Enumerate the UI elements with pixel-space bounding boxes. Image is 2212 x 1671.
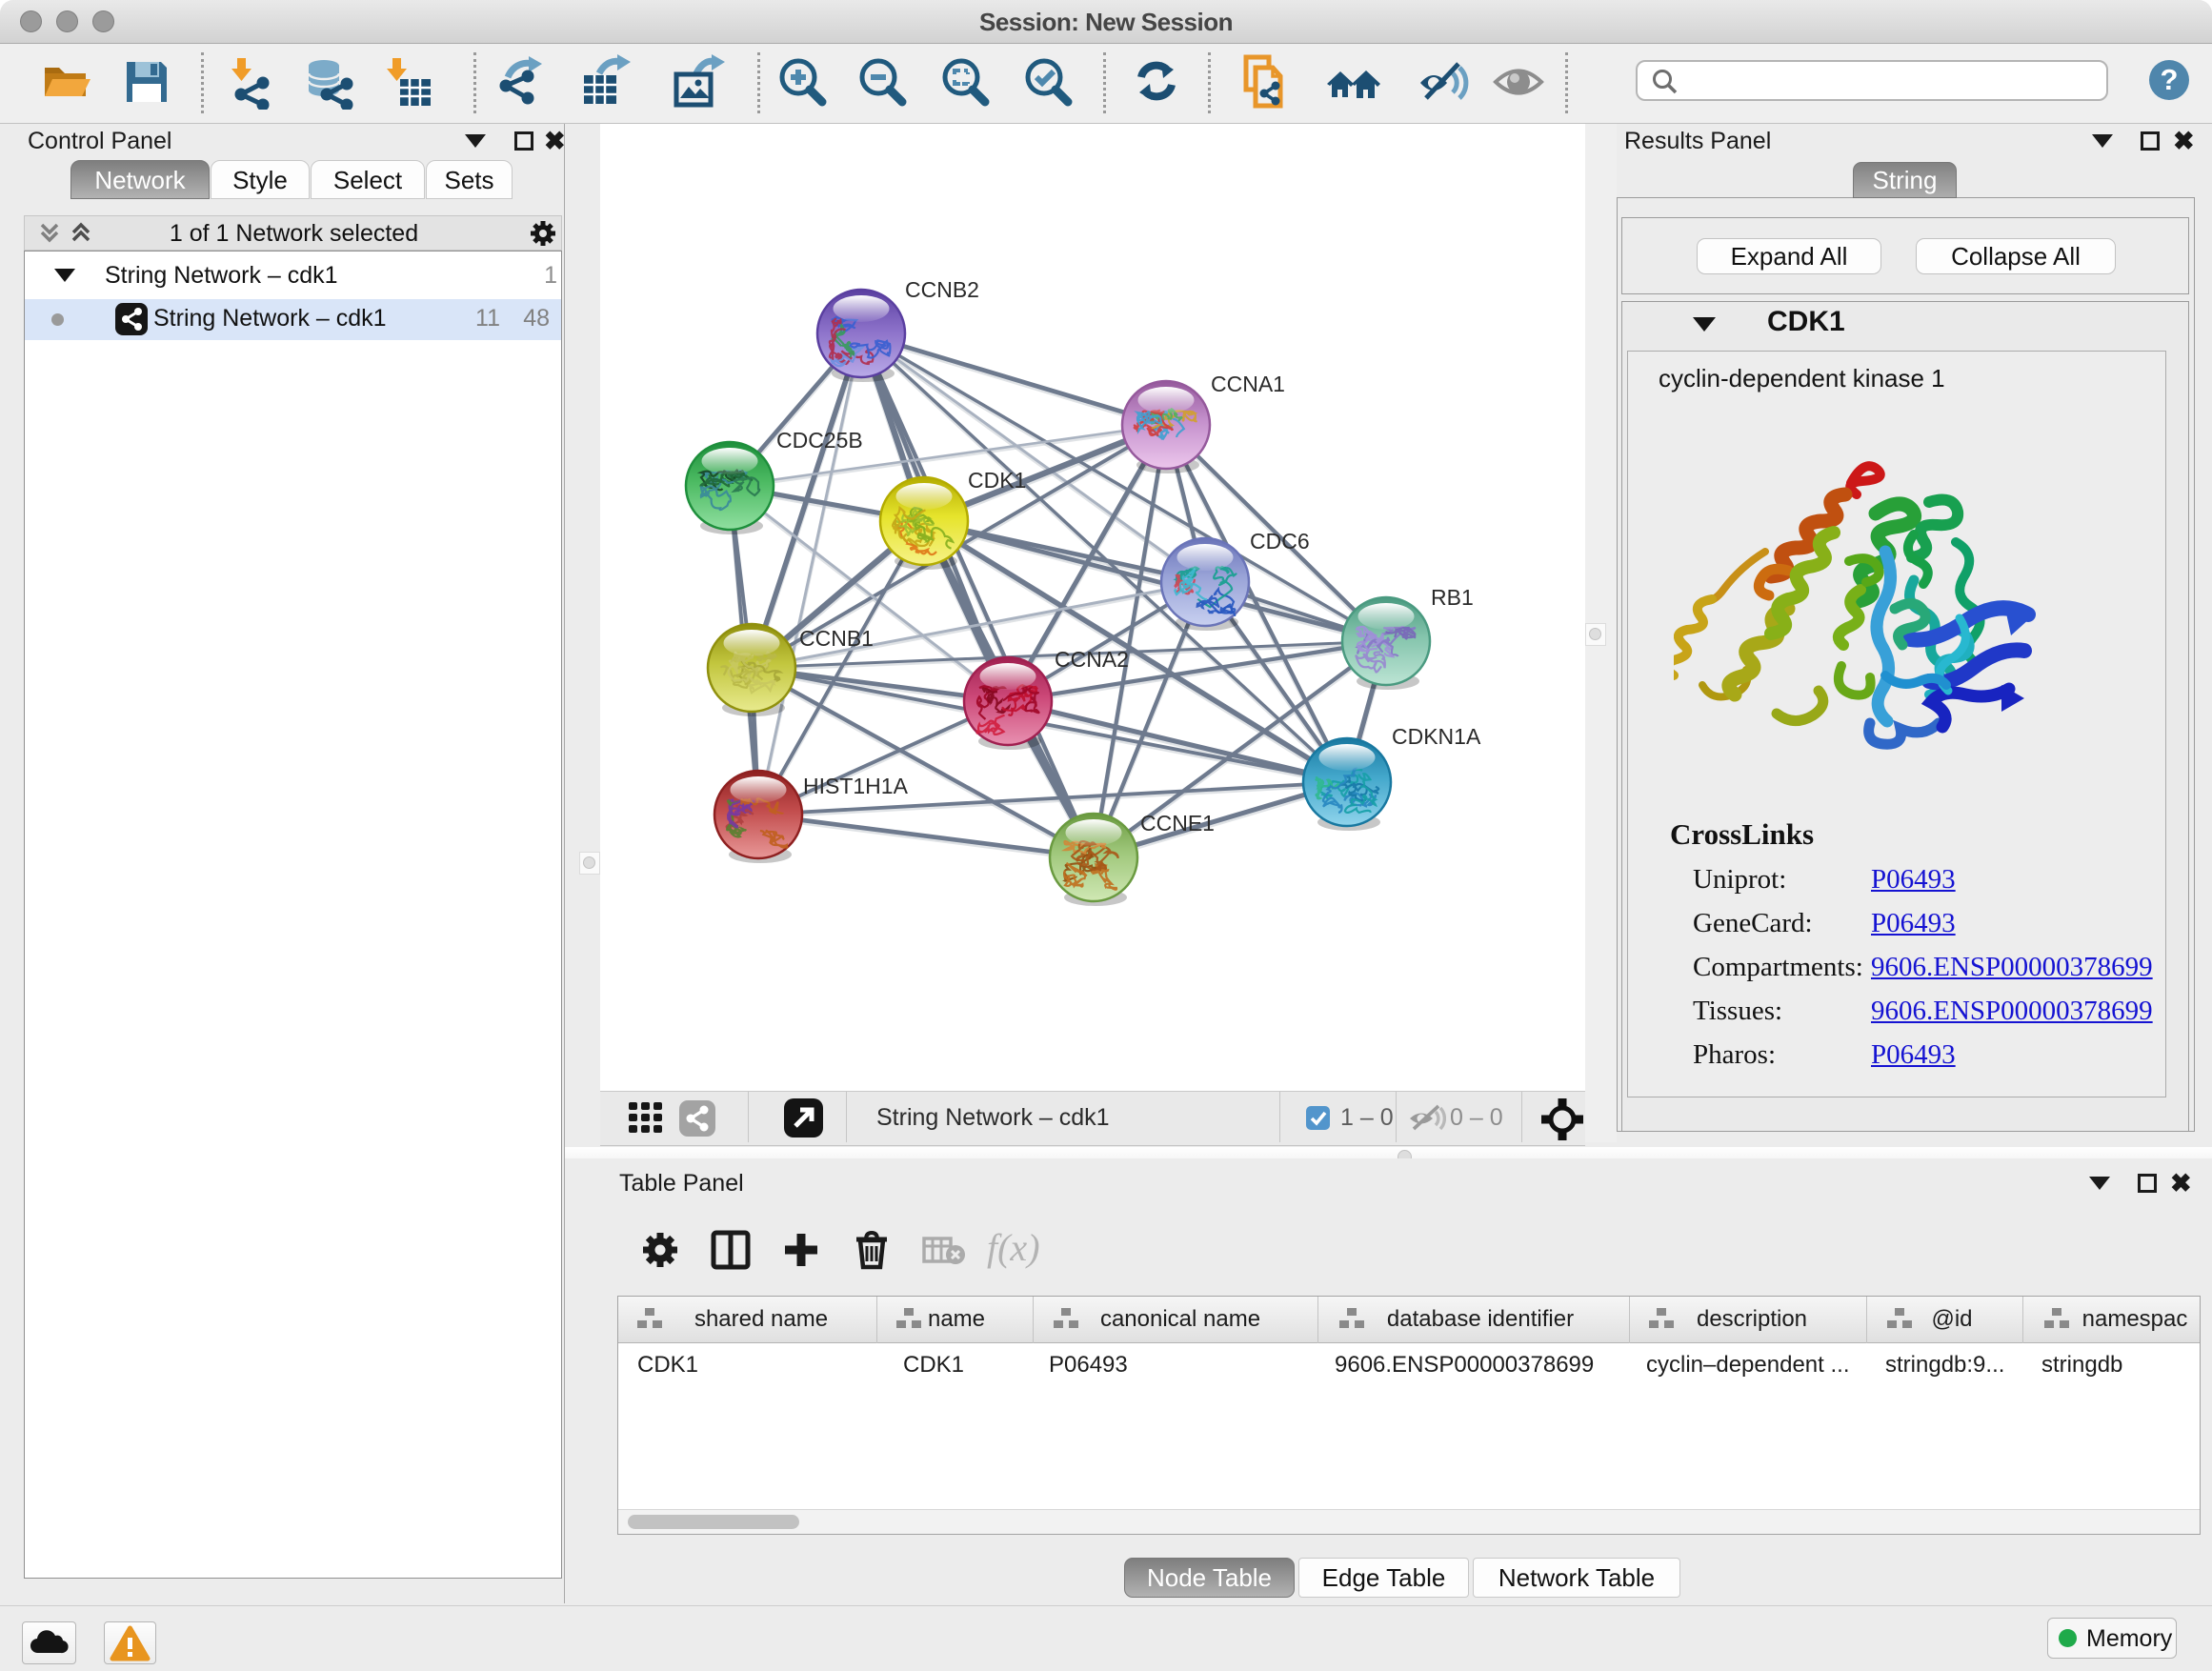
svg-text:CCNB2: CCNB2 — [905, 277, 979, 302]
svg-text:CDC6: CDC6 — [1250, 529, 1310, 554]
svg-text:CCNA1: CCNA1 — [1211, 372, 1285, 396]
svg-text:HIST1H1A: HIST1H1A — [803, 774, 909, 798]
svg-text:CCNE1: CCNE1 — [1140, 811, 1215, 836]
svg-text:CCNB1: CCNB1 — [799, 626, 874, 651]
svg-text:CDKN1A: CDKN1A — [1392, 724, 1481, 749]
svg-text:CDC25B: CDC25B — [776, 428, 863, 453]
svg-text:CCNA2: CCNA2 — [1055, 647, 1129, 672]
svg-text:RB1: RB1 — [1431, 585, 1474, 610]
svg-text:CDK1: CDK1 — [968, 468, 1026, 493]
